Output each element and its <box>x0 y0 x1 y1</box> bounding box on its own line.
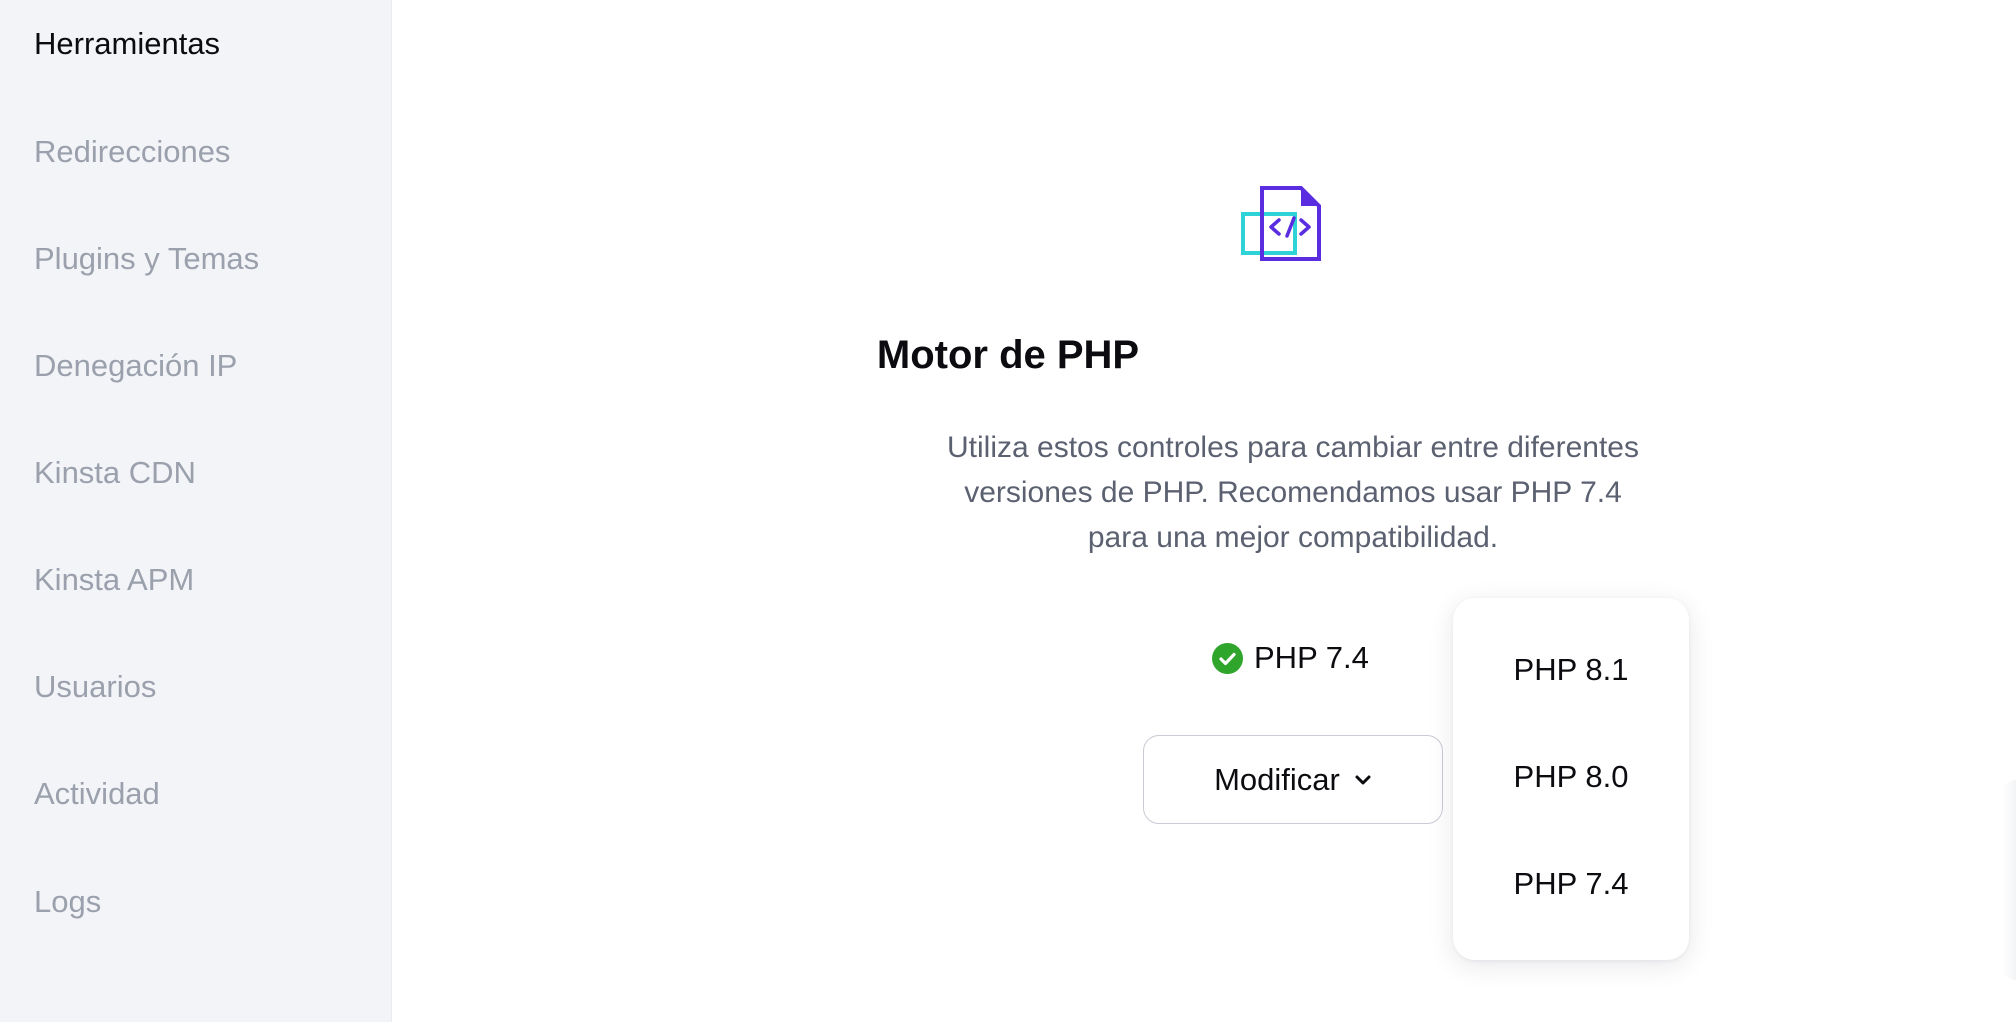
sidebar: Herramientas Redirecciones Plugins y Tem… <box>0 0 392 1022</box>
dropdown-option-php-8-0[interactable]: PHP 8.0 <box>1453 757 1689 797</box>
sidebar-item-kinsta-cdn[interactable]: Kinsta CDN <box>34 454 196 492</box>
dropdown-option-php-8-1[interactable]: PHP 8.1 <box>1453 650 1689 690</box>
sidebar-item-kinsta-apm[interactable]: Kinsta APM <box>34 561 194 599</box>
app-window: Herramientas Redirecciones Plugins y Tem… <box>0 0 2016 1022</box>
version-dropdown-menu: PHP 8.1 PHP 8.0 PHP 7.4 <box>1453 598 1689 960</box>
sidebar-item-logs[interactable]: Logs <box>34 883 101 921</box>
description-line-3: para una mejor compatibilidad. <box>1087 521 1499 554</box>
modify-button-label: Modificar <box>1214 761 1340 797</box>
dropdown-option-php-7-4[interactable]: PHP 7.4 <box>1453 864 1689 904</box>
description-line-1: Utiliza estos controles para cambiar ent… <box>947 431 1639 464</box>
sidebar-item-herramientas[interactable]: Herramientas <box>34 25 220 63</box>
sidebar-item-actividad[interactable]: Actividad <box>34 775 160 813</box>
check-circle-icon <box>1212 642 1243 674</box>
description: Utiliza estos controles para cambiar ent… <box>908 425 1678 560</box>
chevron-down-icon <box>1355 775 1371 784</box>
modify-button[interactable]: Modificar <box>1143 735 1443 824</box>
sidebar-item-usuarios[interactable]: Usuarios <box>34 668 156 706</box>
edge-shadow <box>2002 780 2016 980</box>
current-version-label: PHP 7.4 <box>1254 640 1369 675</box>
page-title: Motor de PHP <box>876 333 1140 377</box>
sidebar-item-redirecciones[interactable]: Redirecciones <box>34 133 230 171</box>
php-code-file-icon <box>1241 186 1321 261</box>
description-line-2: versiones de PHP. Recomendamos usar PHP … <box>964 476 1622 509</box>
current-version-status: PHP 7.4 <box>1212 638 1369 678</box>
sidebar-item-plugins-y-temas[interactable]: Plugins y Temas <box>34 240 259 278</box>
